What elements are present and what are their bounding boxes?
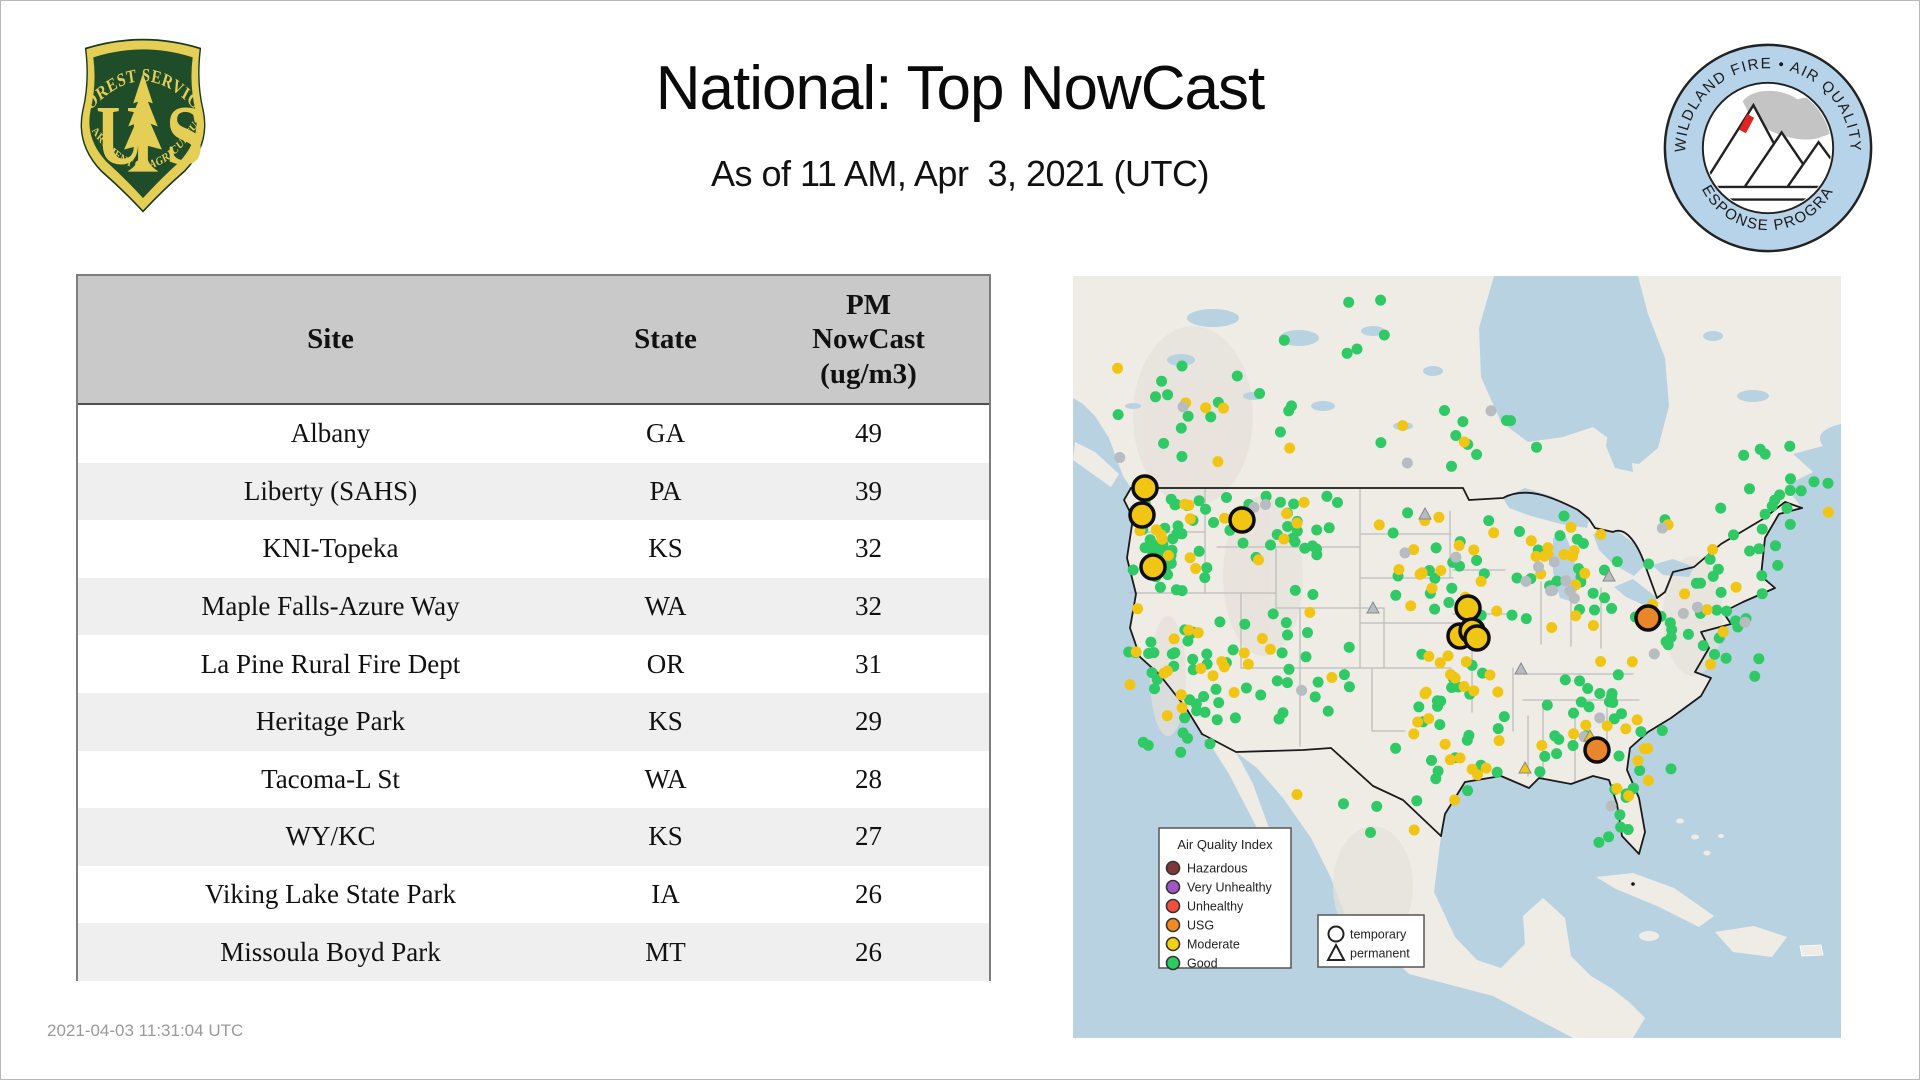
legend-label-hazardous: Hazardous	[1187, 862, 1247, 876]
page-title: National: Top NowCast	[655, 54, 1266, 123]
legend-dot-very-unhealthy	[1165, 879, 1181, 895]
legend-dot-hazardous	[1165, 860, 1181, 876]
site-marker-maple-falls	[1131, 474, 1159, 502]
site-marker-la-pine	[1139, 553, 1167, 581]
legend-label-usg: USG	[1187, 919, 1214, 933]
legend-dot-moderate	[1165, 936, 1181, 952]
legend-dot-unhealthy	[1165, 898, 1181, 914]
site-marker-albany	[1583, 736, 1611, 764]
legend-dot-usg	[1165, 917, 1181, 933]
legend-label-permanent: permanent	[1350, 947, 1410, 961]
table-row: Liberty (SAHS) PA 39	[78, 462, 989, 521]
col-header-state: State	[634, 323, 697, 355]
legend-label-moderate: Moderate	[1187, 938, 1240, 952]
site-marker-missoula	[1228, 506, 1256, 534]
puerto-rico	[1799, 944, 1824, 957]
aqi-map: Air Quality Index Hazardous Very Unhealt…	[1073, 276, 1841, 1038]
table-row: KNI-Topeka KS 32	[78, 520, 989, 578]
table-row: Missoula Boyd Park MT 26	[78, 923, 989, 981]
top-nowcast-table: Site State PM NowCast (ug/m3) Albany GA 49…	[76, 274, 991, 981]
site-type-legend: temporary permanent	[1317, 914, 1425, 968]
col-header-pm: PM NowCast (ug/m3)	[812, 289, 925, 390]
table-row: Maple Falls-Azure Way WA 32	[78, 577, 989, 636]
report-page: National: Top NowCast As of 11 AM, Apr 3…	[0, 0, 1920, 1080]
legend-label-good: Good	[1187, 957, 1218, 971]
table-row: La Pine Rural Fire Dept OR 31	[78, 635, 989, 693]
legend-circle-temporary-icon	[1327, 925, 1345, 943]
site-marker-viking-lake	[1454, 594, 1482, 622]
table-row: Heritage Park KS 29	[78, 692, 989, 751]
wfaqrp-logo-icon: WILDLAND FIRE • AIR QUALITY RESPONSE PRO…	[1661, 41, 1873, 253]
col-header-site: Site	[307, 323, 354, 355]
generated-timestamp: 2021-04-03 11:31:04 UTC	[47, 1021, 244, 1040]
legend-label-unhealthy: Unhealthy	[1187, 900, 1244, 914]
legend-label-temporary: temporary	[1350, 928, 1407, 942]
table-row: Tacoma-L St WA 28	[78, 750, 989, 809]
table-row: Viking Lake State Park IA 26	[78, 865, 989, 924]
table-header-row: Site State PM NowCast (ug/m3)	[78, 276, 989, 405]
aqi-legend-title: Air Quality Index	[1177, 837, 1273, 852]
usfs-letter-s: S	[166, 88, 203, 182]
page-subtitle: As of 11 AM, Apr 3, 2021 (UTC)	[710, 153, 1210, 194]
table-row: Albany GA 49	[78, 405, 989, 463]
site-marker-liberty	[1634, 604, 1662, 632]
forest-service-logo-icon: FOREST SERVICE DEPARTMENT OF AGRICULTURE…	[73, 29, 206, 213]
table-row: WY/KC KS 27	[78, 808, 989, 866]
site-marker-wy-kc	[1463, 624, 1491, 652]
legend-label-very-unhealthy: Very Unhealthy	[1187, 881, 1273, 895]
site-marker-tacoma	[1128, 501, 1156, 529]
aqi-legend: Air Quality Index Hazardous Very Unhealt…	[1158, 827, 1292, 971]
legend-dot-good	[1165, 955, 1181, 971]
jamaica	[1639, 931, 1659, 941]
